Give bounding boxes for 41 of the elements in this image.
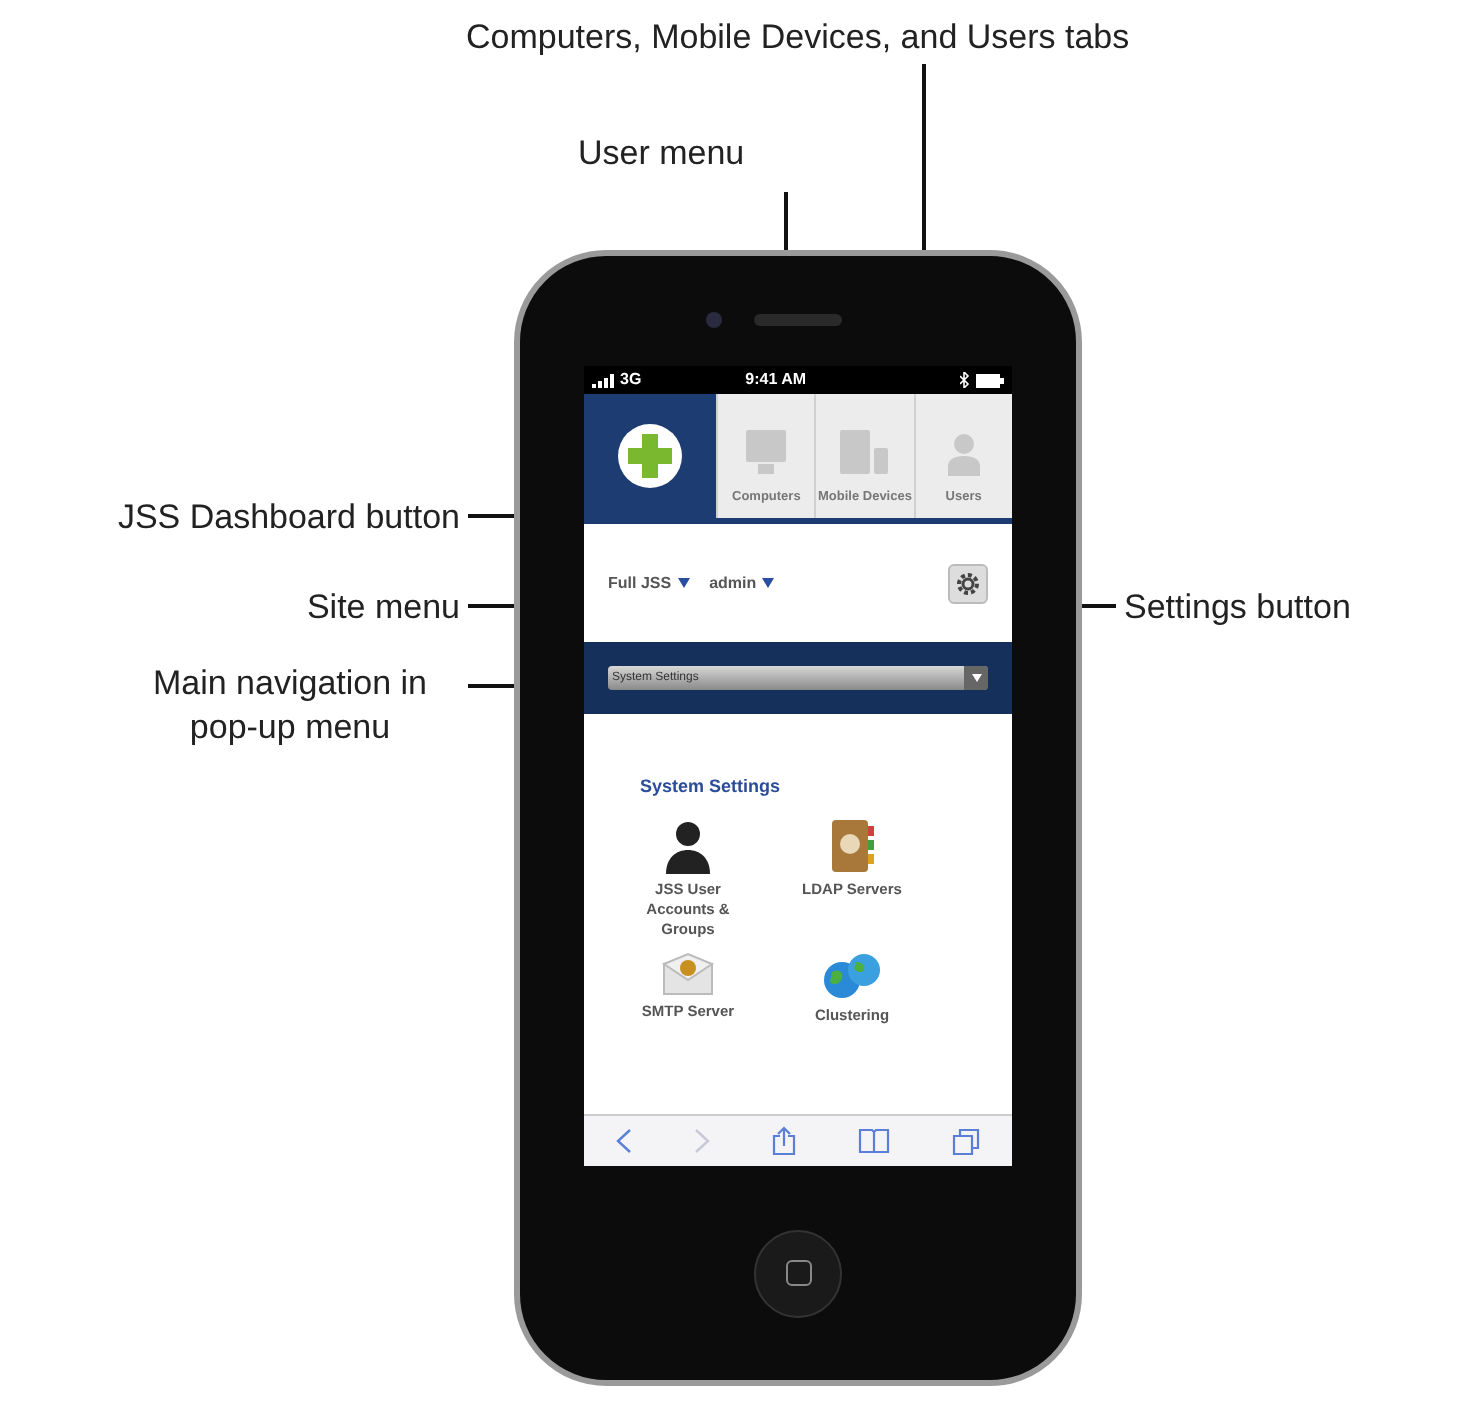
caret-icon: [762, 578, 775, 588]
callout-label: User menu: [578, 132, 745, 176]
bookmarks-button[interactable]: [858, 1128, 891, 1154]
callout-label: JSS Dashboard button: [115, 496, 460, 540]
clock: 9:41 AM: [745, 368, 807, 392]
caret-icon: [677, 578, 690, 588]
user-menu[interactable]: admin: [709, 571, 775, 595]
address-book-icon: [828, 817, 876, 873]
camera-icon: [706, 311, 722, 327]
person-icon: [945, 432, 982, 477]
tablet-phone-icon: [838, 428, 891, 477]
chevron-right-icon: [693, 1128, 710, 1154]
dashboard-button[interactable]: [584, 394, 716, 518]
person-silhouette-icon: [662, 817, 714, 873]
callout-label: Main navigation in pop-up menu: [150, 662, 430, 750]
network-label: 3G: [620, 368, 642, 392]
monitor-icon: [744, 428, 789, 477]
settings-icon: [954, 569, 982, 597]
bluetooth-icon: [960, 372, 970, 388]
share-button[interactable]: [771, 1126, 796, 1156]
tabs-button[interactable]: [952, 1127, 981, 1155]
share-icon: [771, 1126, 796, 1156]
chevron-left-icon: [615, 1128, 632, 1154]
book-icon: [858, 1128, 891, 1154]
callout-label: Settings button: [1124, 586, 1351, 630]
callout-label: Site menu: [304, 586, 460, 630]
callout-label: Computers, Mobile Devices, and Users tabs: [466, 16, 1130, 60]
speaker-slot: [754, 313, 842, 325]
home-button[interactable]: [754, 1229, 842, 1317]
battery-icon: [976, 373, 1004, 387]
signal-icon: [592, 373, 616, 387]
globe-cluster-icon: [822, 951, 882, 999]
square-icon: [785, 1260, 811, 1286]
envelope-icon: [662, 951, 714, 995]
site-menu[interactable]: Full JSS: [608, 571, 690, 595]
back-button[interactable]: [615, 1128, 632, 1154]
logo-icon: [618, 424, 682, 488]
settings-button[interactable]: [948, 563, 988, 603]
pages-icon: [952, 1127, 981, 1155]
caret-icon: [971, 674, 981, 682]
section-title: System Settings: [640, 774, 783, 800]
